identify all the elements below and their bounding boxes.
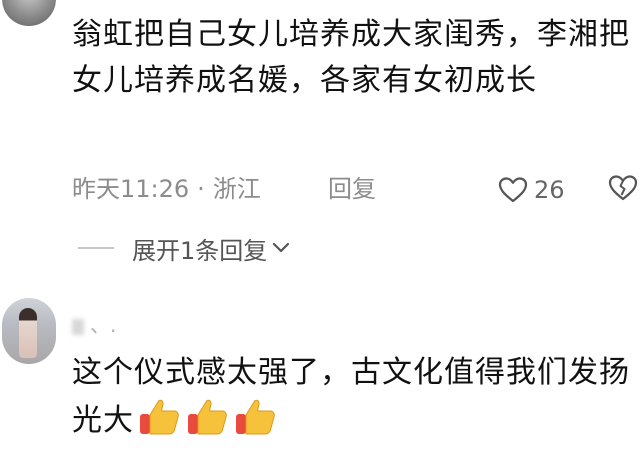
emoji-row (138, 396, 282, 436)
username-blur (72, 318, 84, 335)
dislike-button[interactable] (608, 174, 638, 211)
comment-location: 浙江 (212, 175, 261, 203)
thumbs-up-icon (188, 399, 227, 435)
comment-meta: 昨天11:26 · 浙江 回复 26 (72, 172, 638, 206)
chevron-down-icon (273, 242, 290, 253)
avatar-figure (19, 308, 37, 358)
username-text: 、. (90, 313, 117, 337)
expand-replies-label: 展开1条回复 (132, 236, 268, 265)
reply-button[interactable]: 回复 (328, 172, 376, 206)
divider-line (78, 247, 114, 249)
like-count: 26 (534, 176, 565, 204)
commenter-avatar[interactable] (2, 298, 56, 364)
comment-text: 翁虹把自己女儿培养成大家闺秀，李湘把女儿培养成名媛，各家有女初成长 (72, 17, 630, 98)
heart-icon (498, 177, 528, 203)
comment-text: 这个仪式感太强了，古文化值得我们发扬光大 (72, 350, 632, 444)
expand-replies-button[interactable]: 展开1条回复 (78, 230, 291, 266)
username[interactable]: 、. (72, 312, 116, 338)
commenter-avatar[interactable] (2, 0, 56, 26)
broken-heart-icon (608, 175, 638, 201)
comment-time: 昨天11:26 (72, 175, 190, 203)
thumbs-up-icon (140, 399, 179, 435)
meta-separator: · (197, 175, 205, 203)
like-button[interactable]: 26 (498, 174, 565, 206)
thumbs-up-icon (236, 399, 275, 435)
